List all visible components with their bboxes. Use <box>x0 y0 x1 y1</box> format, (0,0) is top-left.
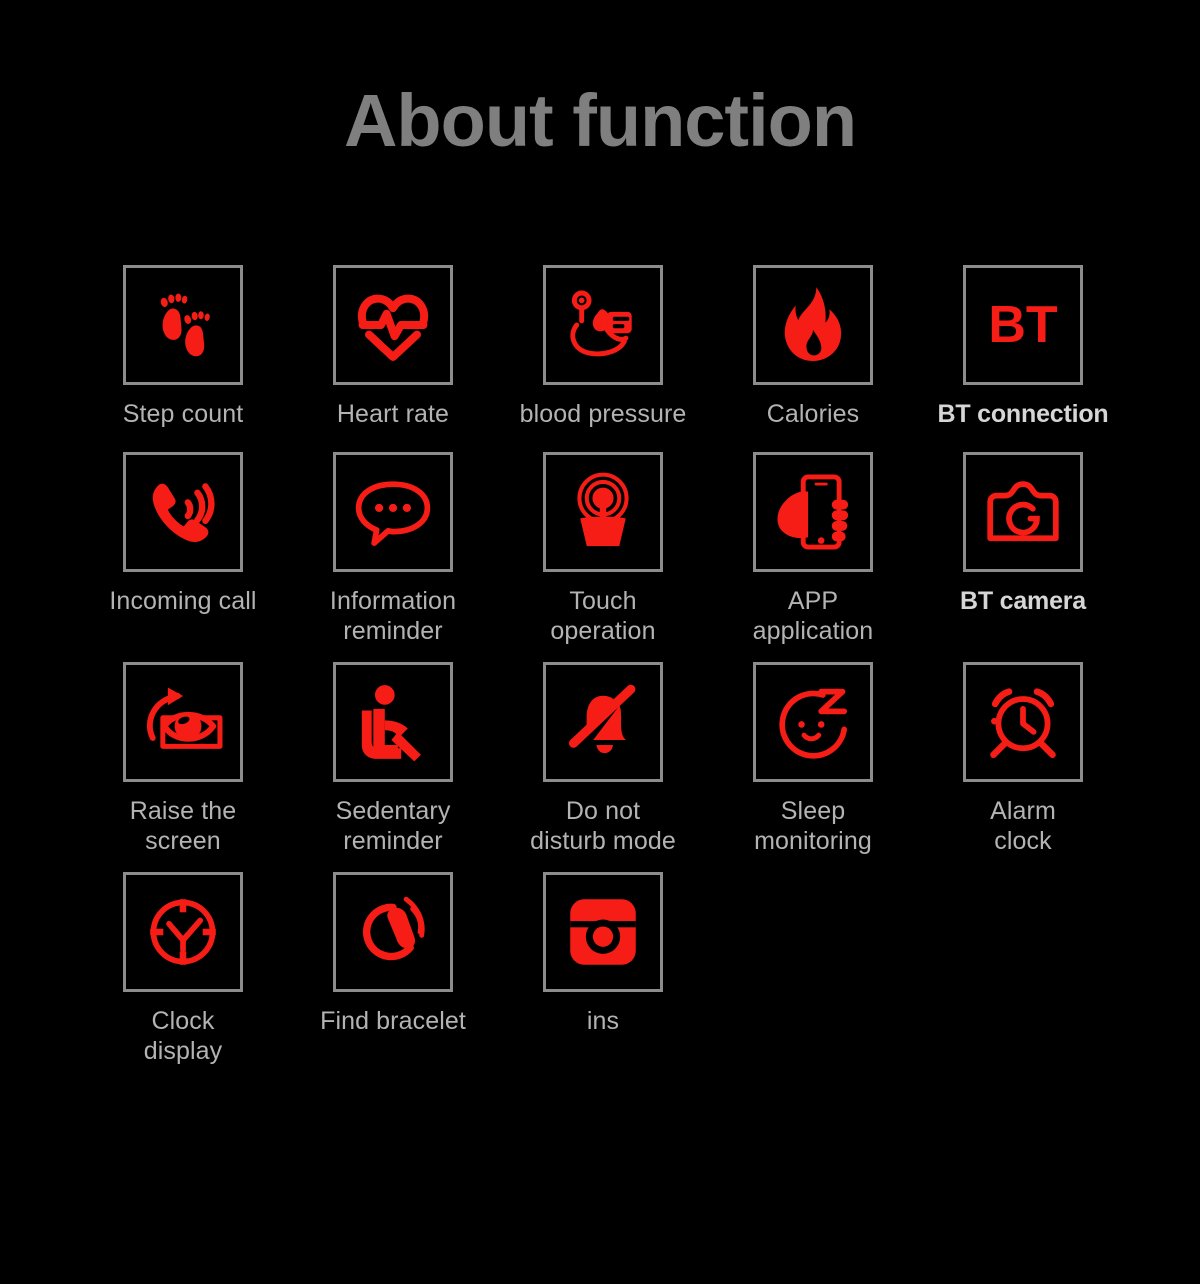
feature-cell-information-reminder[interactable]: Information reminder <box>288 451 498 647</box>
icon-box <box>333 451 453 572</box>
bell-muted-icon <box>568 684 636 753</box>
icon-box <box>963 661 1083 782</box>
feature-label: Sedentary reminder <box>335 796 451 856</box>
feature-label: ins <box>586 1006 620 1035</box>
icon-box <box>753 265 873 385</box>
feature-cell-empty <box>918 872 1128 1067</box>
instagram-camera-icon <box>570 898 636 965</box>
icon-box <box>753 661 873 782</box>
feature-cell-incoming-call[interactable]: Incoming call <box>78 451 288 647</box>
icon-box <box>963 451 1083 572</box>
heart-rate-icon <box>357 294 429 361</box>
feature-cell-touch-operation[interactable]: Touch operation <box>498 451 708 647</box>
icon-box <box>333 265 453 385</box>
speech-bubble-icon <box>355 480 431 546</box>
blood-pressure-icon <box>570 290 632 357</box>
feature-label: Calories <box>766 400 860 428</box>
feature-label: APP application <box>752 586 874 646</box>
feature-row: Step count Heart rate blood pressure Cal… <box>78 265 1128 430</box>
bluetooth-bt-icon: BT <box>988 296 1058 354</box>
feature-label: Step count <box>122 400 244 428</box>
feature-cell-bt-connection[interactable]: BT BT connection <box>918 265 1128 430</box>
feature-label: Touch operation <box>550 586 656 646</box>
icon-box <box>753 451 873 572</box>
feature-label: Clock display <box>143 1006 223 1066</box>
feature-label: Alarm clock <box>990 796 1056 856</box>
feature-cell-step-count[interactable]: Step count <box>78 265 288 430</box>
page-title: About function <box>343 79 857 162</box>
feature-cell-calories[interactable]: Calories <box>708 265 918 430</box>
feature-label: Information reminder <box>329 586 457 646</box>
feature-cell-sleep-monitoring[interactable]: Sleep monitoring <box>708 661 918 857</box>
feature-grid: Step count Heart rate blood pressure Cal… <box>78 265 1128 1067</box>
feature-label: blood pressure <box>519 400 687 428</box>
icon-box <box>123 871 243 992</box>
raise-screen-eye-icon <box>146 687 223 749</box>
find-bracelet-icon <box>362 896 425 960</box>
icon-box: BT <box>963 265 1083 385</box>
feature-label: Incoming call <box>109 586 257 615</box>
footprints-icon <box>160 293 210 357</box>
camera-icon <box>987 480 1059 541</box>
feature-cell-heart-rate[interactable]: Heart rate <box>288 265 498 430</box>
icon-box <box>123 265 243 385</box>
feature-row: Clock display Find bracelet ins <box>78 871 1128 1067</box>
feature-cell-alarm-clock[interactable]: Alarm clock <box>918 661 1128 857</box>
feature-label: BT connection <box>937 400 1109 428</box>
seated-person-icon <box>361 684 421 761</box>
feature-cell-ins[interactable]: ins <box>498 871 708 1067</box>
feature-row: Incoming call Information reminder Touch… <box>78 451 1128 647</box>
clock-display-icon <box>150 898 216 965</box>
icon-box <box>543 451 663 572</box>
feature-cell-raise-the-screen[interactable]: Raise the screen <box>78 661 288 857</box>
icon-box <box>123 451 243 572</box>
icon-box <box>333 661 453 782</box>
icon-box <box>543 661 663 782</box>
feature-cell-do-not-disturb[interactable]: Do not disturb mode <box>498 661 708 857</box>
feature-label: BT camera <box>959 586 1087 615</box>
flame-icon <box>784 287 842 362</box>
touch-operation-icon <box>577 472 629 546</box>
feature-cell-blood-pressure[interactable]: blood pressure <box>498 265 708 430</box>
alarm-clock-icon <box>990 687 1056 758</box>
icon-box <box>543 871 663 992</box>
icon-box <box>333 871 453 992</box>
feature-row: Raise the screen Sedentary reminder Do n… <box>78 661 1128 857</box>
feature-label: Raise the screen <box>129 796 237 856</box>
feature-cell-sedentary-reminder[interactable]: Sedentary reminder <box>288 661 498 857</box>
feature-cell-clock-display[interactable]: Clock display <box>78 871 288 1067</box>
feature-cell-find-bracelet[interactable]: Find bracelet <box>288 871 498 1067</box>
feature-label: Sleep monitoring <box>754 796 872 856</box>
icon-box <box>543 265 663 385</box>
sleep-face-icon <box>779 688 848 759</box>
phone-in-hand-icon <box>777 473 849 550</box>
feature-label: Do not disturb mode <box>530 796 676 856</box>
feature-label: Heart rate <box>336 400 450 428</box>
feature-cell-empty <box>708 872 918 1067</box>
feature-cell-bt-camera[interactable]: BT camera <box>918 451 1128 647</box>
incoming-call-icon <box>152 482 215 542</box>
feature-label: Find bracelet <box>320 1006 466 1035</box>
feature-cell-app-application[interactable]: APP application <box>708 451 918 647</box>
icon-box <box>123 661 243 782</box>
about-function-page: About function Step count Heart rate blo… <box>0 0 1200 1284</box>
